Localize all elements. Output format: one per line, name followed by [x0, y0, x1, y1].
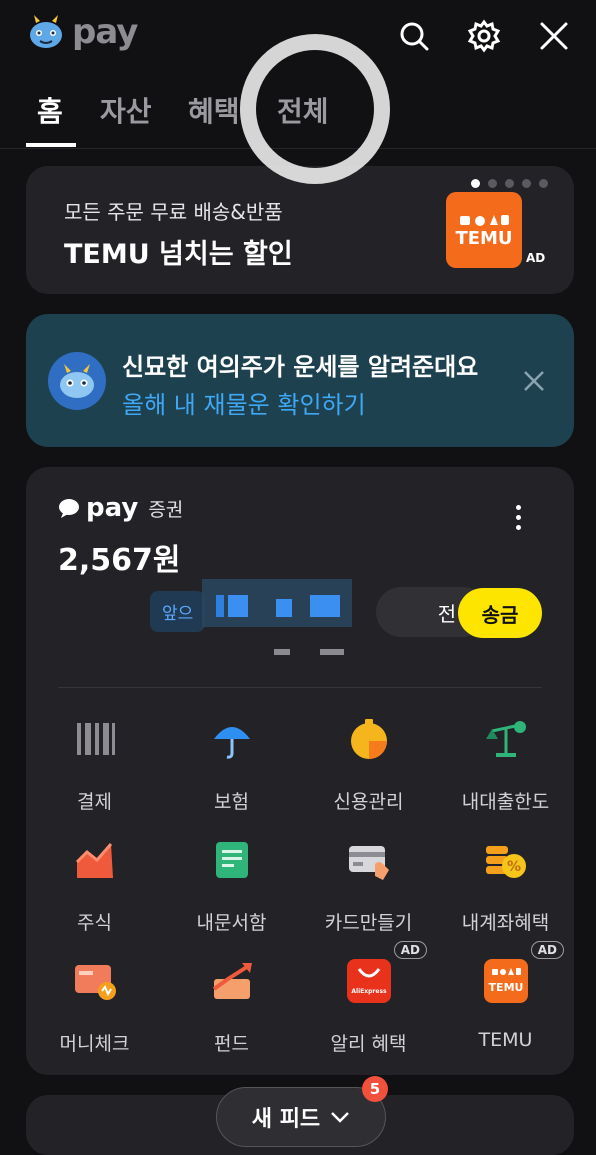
service-label: 신용관리 [333, 791, 404, 813]
dragon-avatar-icon [48, 352, 106, 410]
scale-icon [484, 717, 528, 761]
stock-chart-icon [73, 838, 117, 882]
active-tab-indicator [26, 143, 76, 147]
umbrella-icon [210, 717, 254, 761]
service-fund[interactable]: 펀드 [163, 959, 300, 1056]
logo-text: pay [72, 12, 138, 52]
temu-logo-text: TEMU [455, 227, 513, 249]
carousel-dot [505, 179, 514, 188]
tab-home[interactable]: 홈 [37, 90, 63, 130]
service-label: 펀드 [214, 1033, 249, 1055]
temu-icon: TEMU [483, 959, 528, 1003]
credit-score-icon [347, 717, 391, 761]
carousel-dot [539, 179, 548, 188]
barcode-icon [73, 717, 117, 761]
svg-text:%: % [506, 859, 520, 875]
ad-badge: AD [530, 941, 564, 959]
service-label: 카드만들기 [324, 912, 413, 934]
carousel-dot [471, 179, 480, 188]
money-check-icon [73, 959, 117, 1003]
aliexpress-icon: AliExpress [346, 959, 391, 1003]
service-label: TEMU [478, 1029, 533, 1051]
service-label: 알리 혜택 [330, 1033, 407, 1055]
service-temu[interactable]: AD TEMU TEMU [437, 941, 574, 1051]
pay-account-card: pay 증권 2,567원 앞으 전 송금 결제 보험 신용관리 내대출한도 주… [26, 467, 574, 1075]
close-icon[interactable] [522, 369, 546, 393]
service-label: 주식 [77, 912, 112, 934]
service-label: 내대출한도 [461, 791, 550, 813]
temu-logo: TEMU [446, 192, 522, 268]
service-label: 내계좌혜택 [461, 912, 550, 934]
banner-subtitle: 모든 주문 무료 배송&반품 [64, 200, 283, 224]
fund-icon [210, 959, 254, 1003]
ad-label: AD [526, 251, 546, 265]
blurred-chip[interactable]: 앞으 [150, 591, 206, 632]
fortune-title: 신묘한 여의주가 운세를 알려준대요 [122, 353, 479, 381]
service-credit[interactable]: 신용관리 [300, 717, 437, 814]
ad-badge: AD [393, 941, 427, 959]
service-documents[interactable]: 내문서함 [163, 838, 300, 935]
speech-bubble-icon [59, 499, 79, 518]
divider [58, 687, 542, 688]
service-loan-limit[interactable]: 내대출한도 [437, 717, 574, 814]
carousel-dot [522, 179, 531, 188]
service-account-benefits[interactable]: % 내계좌혜택 [437, 838, 574, 935]
fortune-link[interactable]: 올해 내 재물운 확인하기 [122, 385, 366, 420]
svg-text:TEMU: TEMU [488, 981, 523, 994]
touch-indicator [240, 34, 390, 184]
temu-banner-ad[interactable]: 모든 주문 무료 배송&반품 TEMU 넘치는 할인 TEMU AD [26, 166, 574, 294]
gear-icon[interactable] [464, 16, 504, 56]
service-ali-benefits[interactable]: AD AliExpress 알리 혜택 [300, 941, 437, 1056]
new-feed-button[interactable]: 새 피드 [216, 1087, 386, 1147]
balance-amount[interactable]: 2,567원 [58, 535, 181, 579]
pay-logo[interactable]: pay [26, 12, 138, 52]
service-label: 보험 [214, 791, 249, 813]
banner-title: TEMU 넘치는 할인 [64, 239, 293, 270]
charge-label: 전 [437, 601, 457, 626]
coin-percent-icon: % [484, 838, 528, 882]
service-payment[interactable]: 결제 [26, 717, 163, 814]
dragon-mascot-icon [30, 15, 62, 48]
service-label: 머니체크 [59, 1033, 130, 1055]
send-button[interactable]: 송금 [458, 588, 542, 638]
service-label: 내문서함 [196, 912, 267, 934]
carousel-indicator [471, 179, 548, 188]
search-icon[interactable] [394, 16, 434, 56]
close-icon[interactable] [534, 16, 574, 56]
service-stock[interactable]: 주식 [26, 838, 163, 935]
fortune-banner[interactable]: 신묘한 여의주가 운세를 알려준대요 올해 내 재물운 확인하기 [26, 314, 574, 447]
pay-brand: pay [86, 493, 139, 523]
chevron-down-icon [331, 1112, 350, 1123]
document-icon [210, 838, 254, 882]
card-icon [347, 838, 391, 882]
service-make-card[interactable]: 카드만들기 [300, 838, 437, 935]
temu-shapes-icon [460, 214, 509, 226]
pay-securities-logo: pay 증권 [58, 493, 183, 523]
tab-assets[interactable]: 자산 [100, 90, 152, 130]
more-options-icon[interactable] [512, 505, 524, 535]
service-money-check[interactable]: 머니체크 [26, 959, 163, 1056]
svg-text:AliExpress: AliExpress [351, 988, 387, 995]
redaction-blocks [216, 595, 344, 655]
feed-label: 새 피드 [251, 1107, 321, 1132]
carousel-dot [488, 179, 497, 188]
notification-badge: 5 [362, 1076, 388, 1102]
service-label: 결제 [77, 791, 112, 813]
tab-benefits[interactable]: 혜택 [188, 90, 240, 130]
product-label: 증권 [148, 498, 184, 521]
service-insurance[interactable]: 보험 [163, 717, 300, 814]
